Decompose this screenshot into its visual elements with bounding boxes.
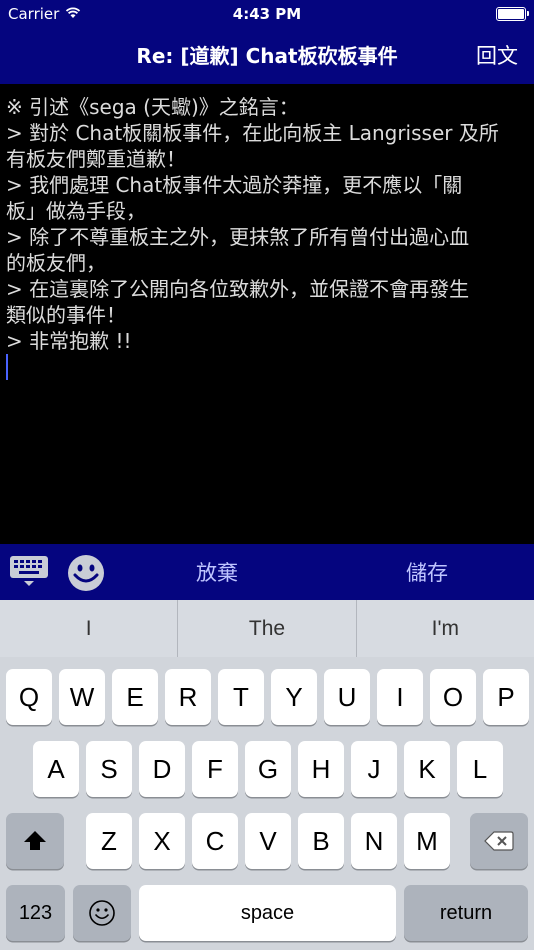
text-line: > 對於 Chat板關板事件，在此向板主 Langrisser 及所: [6, 121, 499, 145]
backspace-icon: [484, 831, 514, 851]
keyboard-dismiss-icon[interactable]: [9, 554, 49, 588]
key-h[interactable]: H: [298, 741, 344, 797]
emoji-key[interactable]: [73, 885, 131, 941]
save-button[interactable]: 儲存: [406, 557, 448, 587]
key-t[interactable]: T: [218, 669, 264, 725]
key-w[interactable]: W: [59, 669, 105, 725]
key-p[interactable]: P: [483, 669, 529, 725]
key-e[interactable]: E: [112, 669, 158, 725]
key-x[interactable]: X: [139, 813, 185, 869]
text-line: 的板友們，: [6, 251, 106, 275]
key-a[interactable]: A: [33, 741, 79, 797]
post-editor[interactable]: ※ 引述《sega (天蠍)》之銘言： > 對於 Chat板關板事件，在此向板主…: [0, 84, 534, 544]
return-key[interactable]: return: [404, 885, 528, 941]
emoji-icon[interactable]: [66, 553, 106, 593]
text-line: 有板友們鄭重道歉！: [6, 147, 186, 171]
top-bar: Carrier 4:43 PM Re: [道歉] Chat板砍板事件 回文: [0, 0, 534, 84]
text-line: 板」做為手段，: [6, 199, 146, 223]
key-j[interactable]: J: [351, 741, 397, 797]
battery-icon: [496, 7, 529, 21]
numbers-key[interactable]: 123: [6, 885, 65, 941]
key-g[interactable]: G: [245, 741, 291, 797]
text-line: > 在這裏除了公開向各位致歉外，並保證不會再發生: [6, 277, 470, 301]
suggestion-item[interactable]: The: [178, 600, 355, 657]
reply-button[interactable]: 回文: [476, 40, 518, 70]
emoji-keyboard-icon: [89, 900, 115, 926]
text-line: > 除了不尊重板主之外，更抹煞了所有曾付出過心血: [6, 225, 470, 249]
key-d[interactable]: D: [139, 741, 185, 797]
suggestion-item[interactable]: I'm: [357, 600, 534, 657]
status-bar: Carrier 4:43 PM: [0, 0, 534, 28]
keyboard: I The I'm Q W E R T Y U I O P A S D F G …: [0, 600, 534, 950]
key-f[interactable]: F: [192, 741, 238, 797]
text-cursor: [6, 354, 8, 380]
key-v[interactable]: V: [245, 813, 291, 869]
delete-key[interactable]: [470, 813, 528, 869]
abandon-button[interactable]: 放棄: [196, 557, 238, 587]
clock: 4:43 PM: [232, 5, 302, 23]
key-k[interactable]: K: [404, 741, 450, 797]
text-line: > 我們處理 Chat板事件太過於莽撞，更不應以「關: [6, 173, 463, 197]
key-z[interactable]: Z: [86, 813, 132, 869]
key-s[interactable]: S: [86, 741, 132, 797]
key-u[interactable]: U: [324, 669, 370, 725]
text-line: 類似的事件！: [6, 303, 126, 327]
text-line: > 非常抱歉 !!: [6, 329, 132, 353]
key-o[interactable]: O: [430, 669, 476, 725]
editor-toolbar: 放棄 儲存: [0, 544, 534, 600]
key-m[interactable]: M: [404, 813, 450, 869]
key-l[interactable]: L: [457, 741, 503, 797]
suggestion-item[interactable]: I: [0, 600, 177, 657]
text-line: ※ 引述《sega (天蠍)》之銘言：: [6, 95, 299, 119]
key-b[interactable]: B: [298, 813, 344, 869]
key-i[interactable]: I: [377, 669, 423, 725]
suggestion-bar: I The I'm: [0, 600, 534, 657]
key-y[interactable]: Y: [271, 669, 317, 725]
key-r[interactable]: R: [165, 669, 211, 725]
page-title: Re: [道歉] Chat板砍板事件: [136, 44, 398, 68]
shift-key[interactable]: [6, 813, 64, 869]
shift-icon: [24, 831, 46, 850]
key-c[interactable]: C: [192, 813, 238, 869]
space-key[interactable]: space: [139, 885, 396, 941]
key-n[interactable]: N: [351, 813, 397, 869]
key-q[interactable]: Q: [6, 669, 52, 725]
